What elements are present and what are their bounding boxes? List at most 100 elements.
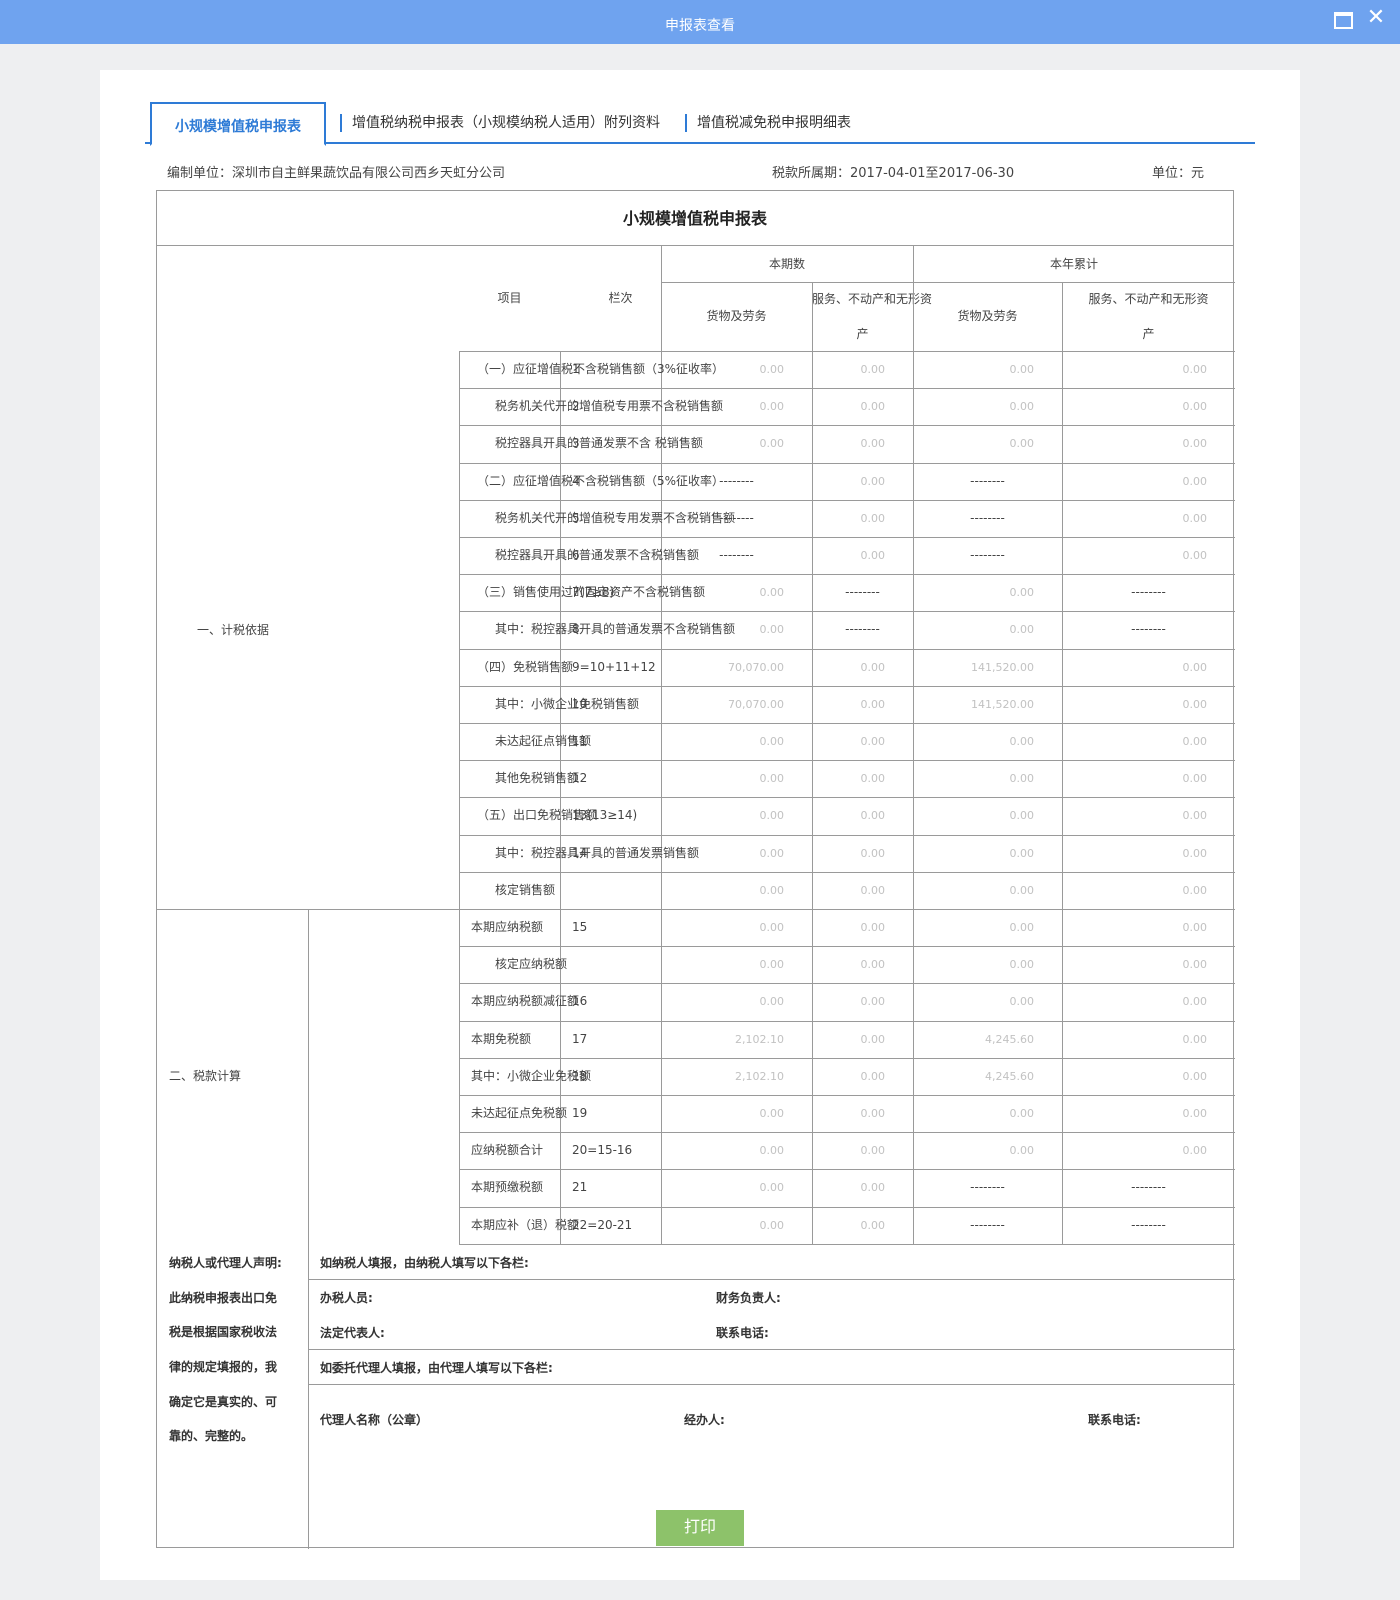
- declaration-col-line: [308, 1243, 309, 1549]
- row-value: 0.00: [759, 1144, 785, 1158]
- header-item: 项目: [497, 291, 522, 305]
- row-value: 0.00: [759, 772, 785, 786]
- header-current-period: 本期数: [768, 257, 805, 271]
- row-value: 4,245.60: [985, 1032, 1034, 1046]
- header-services: 服务、不动产和无形资: [812, 292, 933, 306]
- row-item-label: 其他免税销售额: [495, 771, 580, 786]
- row-item-label: （五）出口免税销售额: [477, 808, 598, 823]
- row-value: 0.00: [860, 809, 886, 823]
- row-line-number: 10: [572, 696, 588, 711]
- row-value: 0.00: [860, 1181, 886, 1195]
- preparing-unit: 编制单位：深圳市自主鲜果蔬饮品有限公司西乡天虹分公司: [167, 166, 506, 181]
- row-value-na: --------: [970, 1217, 1005, 1232]
- row-value: 0.00: [1009, 846, 1035, 860]
- row-line-number: [572, 872, 661, 909]
- row-line-number: 20=15-16: [572, 1143, 633, 1158]
- row-line-number: 15: [572, 920, 588, 934]
- row-line-number: 2: [572, 399, 580, 414]
- title-bar: 申报表查看 ✕: [0, 0, 1400, 44]
- tax-officer-label: 办税人员:: [320, 1290, 373, 1305]
- row-value: 0.00: [1009, 1144, 1035, 1158]
- header-services-cont: 产: [856, 326, 869, 341]
- row-value-na: --------: [970, 510, 1005, 525]
- declaration-line: [308, 1383, 1235, 1385]
- row-value-na: --------: [970, 548, 1005, 562]
- row-value: 0.00: [1182, 995, 1208, 1009]
- section-tax-basis: 一、计税依据: [197, 623, 270, 637]
- row-value: 0.00: [1182, 549, 1208, 562]
- row-value: 0.00: [1009, 958, 1035, 972]
- row-value: 0.00: [1009, 400, 1035, 414]
- row-value: 0.00: [860, 511, 886, 525]
- row-item-label: 未达起征点销售额: [495, 734, 592, 748]
- row-value: 0.00: [1182, 1144, 1208, 1158]
- row-item-label: 核定应纳税额: [495, 957, 568, 972]
- declaration-statement-line: 靠的、完整的。: [169, 1429, 254, 1444]
- row-value-na: --------: [719, 473, 754, 488]
- row-value: 0.00: [1182, 809, 1208, 823]
- row-item-label: （二）应征增值税不含税销售额（5%征收率）: [477, 473, 725, 488]
- close-icon[interactable]: ✕: [1366, 7, 1386, 29]
- row-value: 2,102.10: [735, 1032, 784, 1046]
- row-value: 0.00: [759, 1107, 785, 1120]
- row-value: 0.00: [860, 995, 886, 1009]
- agent-filing-note: 如委托代理人填报，由代理人填写以下各栏:: [320, 1360, 553, 1375]
- row-line-number: 17: [572, 1031, 588, 1046]
- row-line-number: 3: [572, 436, 580, 451]
- row-value: 4,245.60: [985, 1069, 1034, 1083]
- section-col-line: [308, 909, 309, 1244]
- legal-rep-label: 法定代表人:: [320, 1325, 385, 1340]
- phone-label: 联系电话:: [716, 1325, 769, 1340]
- row-value-na: --------: [1131, 1217, 1166, 1232]
- row-item-label: 其中：小微企业免税额: [471, 1068, 592, 1083]
- declaration-statement-line: 税是根据国家税收法: [169, 1325, 278, 1340]
- finance-head-label: 财务负责人:: [716, 1290, 781, 1305]
- row-value: 0.00: [759, 883, 785, 897]
- tab-small-scale-vat[interactable]: 小规模增值税申报表: [150, 102, 326, 146]
- agent-phone-label: 联系电话:: [1088, 1412, 1141, 1427]
- row-value: 0.00: [1009, 995, 1035, 1009]
- row-item-label: 本期应纳税额: [471, 920, 544, 934]
- tab-exemption-detail[interactable]: 增值税减免税申报明细表: [685, 114, 851, 132]
- declaration-statement-line: 确定它是真实的、可: [169, 1394, 278, 1409]
- declaration-line: [308, 1278, 1235, 1280]
- tax-period: 税款所属期：2017-04-01至2017-06-30: [772, 166, 1015, 181]
- row-line-number: 14: [572, 845, 588, 860]
- row-value: 0.00: [1182, 1032, 1208, 1046]
- row-value-na: --------: [1131, 622, 1166, 637]
- row-value: 0.00: [860, 1107, 886, 1120]
- row-line-number: 21: [572, 1180, 588, 1195]
- row-value: 0.00: [860, 1069, 886, 1083]
- row-value: 0.00: [1182, 363, 1208, 376]
- restore-icon[interactable]: [1332, 8, 1353, 29]
- row-value: 0.00: [860, 549, 886, 562]
- row-value: 0.00: [860, 697, 886, 711]
- header-goods-labor: 货物及劳务: [957, 309, 1018, 323]
- row-line-number: 16: [572, 994, 588, 1009]
- row-value: 0.00: [1182, 1069, 1208, 1083]
- tab-attached-info[interactable]: 增值税纳税申报表（小规模纳税人适用）附列资料: [340, 114, 660, 132]
- print-button[interactable]: 打印: [656, 1510, 744, 1546]
- row-value: 0.00: [860, 921, 886, 934]
- content-panel: 小规模增值税申报表 增值税纳税申报表（小规模纳税人适用）附列资料 增值税减免税申…: [100, 70, 1300, 1580]
- row-line-number: 6: [572, 548, 580, 562]
- row-value: 0.00: [1009, 623, 1035, 637]
- row-value: 0.00: [860, 883, 886, 897]
- row-value-na: --------: [845, 622, 880, 637]
- row-value: 141,520.00: [971, 660, 1034, 674]
- tab-bar: 小规模增值税申报表 增值税纳税申报表（小规模纳税人适用）附列资料 增值税减免税申…: [145, 102, 1255, 146]
- row-value: 0.00: [1182, 697, 1208, 711]
- declaration-statement-line: 纳税人或代理人声明:: [169, 1255, 282, 1270]
- row-value: 0.00: [860, 735, 886, 748]
- row-item-label: （三）销售使用过的固定资产不含税销售额: [477, 585, 706, 600]
- row-value: 0.00: [860, 1144, 886, 1158]
- row-line-number: [572, 946, 661, 983]
- row-value: 0.00: [860, 1218, 886, 1232]
- header-divider: [661, 282, 1235, 283]
- row-value: 0.00: [1182, 772, 1208, 786]
- row-line-number: 8: [572, 622, 580, 637]
- row-value: 0.00: [759, 437, 785, 451]
- row-item-label: 应纳税额合计: [471, 1143, 544, 1158]
- row-item-label: 核定销售额: [495, 882, 556, 897]
- row-value: 0.00: [1009, 809, 1035, 823]
